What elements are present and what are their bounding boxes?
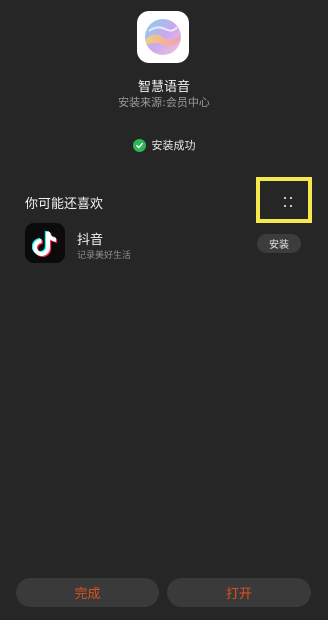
install-button[interactable]: 安装: [257, 234, 301, 253]
recommended-app-description: 记录美好生活: [77, 251, 132, 261]
install-status-text: 安装成功: [151, 139, 196, 152]
open-button[interactable]: 打开: [167, 578, 311, 607]
done-button[interactable]: 完成: [16, 578, 159, 607]
smart-voice-app-icon: [137, 11, 189, 63]
check-circle-icon: [132, 138, 146, 152]
install-status: 安装成功: [0, 137, 328, 153]
recommended-app-name[interactable]: 抖音: [77, 229, 103, 248]
install-source: 安装来源:会员中心: [118, 96, 210, 109]
highlight-box: [256, 177, 312, 223]
app-name: 智慧语音: [137, 80, 190, 95]
douyin-app-icon[interactable]: [25, 223, 65, 263]
recommendations-heading: 你可能还喜欢: [25, 197, 104, 212]
